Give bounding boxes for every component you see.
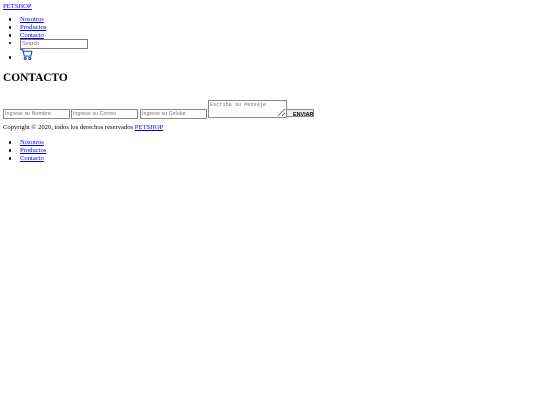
- name-field[interactable]: [3, 109, 70, 119]
- page-title: CONTACTO: [3, 72, 68, 84]
- brand-link[interactable]: PETSHOP: [3, 3, 32, 11]
- footer-link-contacto[interactable]: Contacto: [20, 155, 44, 163]
- footer-nav: Nosotros Productos Contacto: [8, 139, 94, 163]
- nav-item-contacto: Contacto: [8, 32, 134, 40]
- nav-item-cart: [8, 48, 134, 62]
- footer-link-nosotros[interactable]: Nosotros: [20, 139, 44, 147]
- nav-link-productos[interactable]: Productos: [20, 24, 46, 32]
- footer-nav-item-contacto: Contacto: [8, 155, 94, 163]
- main-nav: Nosotros Productos Contacto: [8, 16, 134, 62]
- footer-link-productos[interactable]: Productos: [20, 147, 46, 155]
- footer-brand-link[interactable]: PETSHOP: [135, 124, 164, 131]
- nav-link-contacto[interactable]: Contacto: [20, 32, 44, 40]
- nav-item-search: [8, 39, 134, 49]
- nav-item-productos: Productos: [8, 24, 134, 32]
- cart-icon[interactable]: [20, 48, 33, 61]
- footer-nav-item-productos: Productos: [8, 147, 94, 155]
- nav-link-nosotros[interactable]: Nosotros: [20, 16, 44, 24]
- email-field[interactable]: [71, 109, 138, 119]
- copyright-text: Copyright © 2020, todos los derechos res…: [3, 124, 163, 132]
- footer-nav-item-nosotros: Nosotros: [8, 139, 94, 147]
- send-button[interactable]: ENVIAR: [286, 109, 314, 118]
- nav-item-nosotros: Nosotros: [8, 16, 134, 24]
- message-field[interactable]: [208, 100, 287, 118]
- phone-field[interactable]: [140, 109, 207, 119]
- copyright-label: Copyright © 2020, todos los derechos res…: [3, 124, 134, 131]
